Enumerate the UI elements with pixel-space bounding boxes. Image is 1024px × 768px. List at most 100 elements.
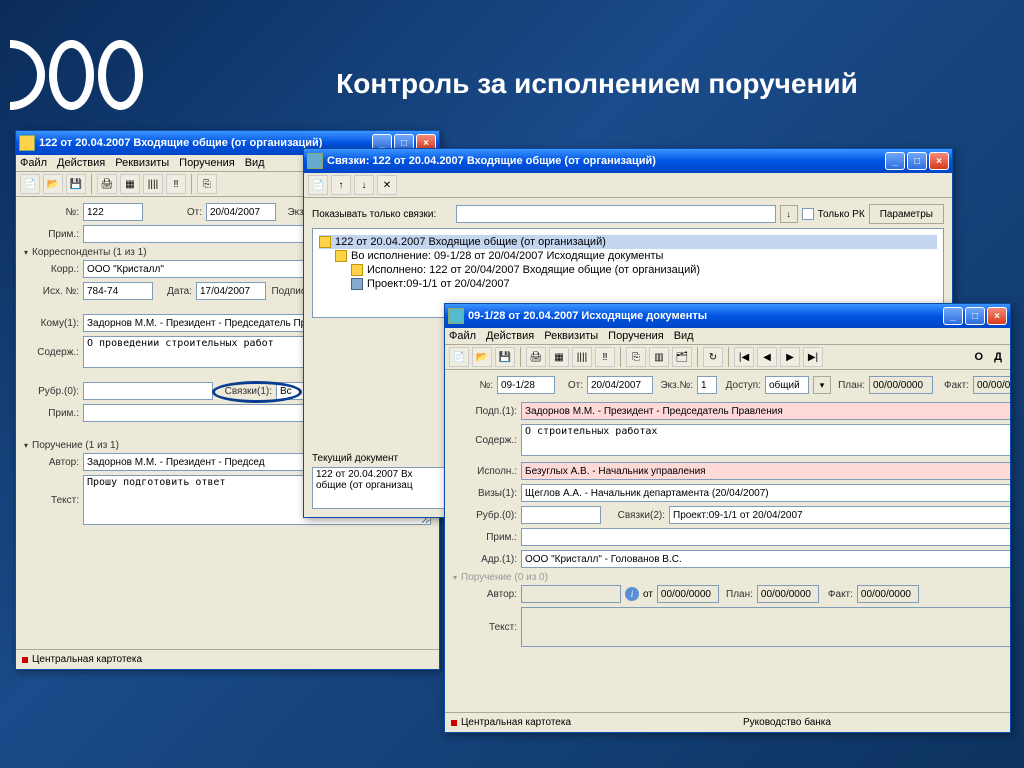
- close-button[interactable]: ×: [987, 307, 1007, 325]
- label-vizy: Визы(1):: [453, 488, 517, 499]
- field-avtor-fakt[interactable]: [857, 585, 919, 603]
- field-tekst[interactable]: [521, 607, 1010, 647]
- tb-exclaim-icon[interactable]: ‼: [166, 174, 186, 194]
- field-ot[interactable]: [587, 376, 653, 394]
- field-prim[interactable]: [521, 528, 1010, 546]
- field-avtor[interactable]: [521, 585, 621, 603]
- marker-od: О Д: [975, 351, 1006, 363]
- tb-copy-icon[interactable]: ⎘: [197, 174, 217, 194]
- tb-save-icon[interactable]: 💾: [66, 174, 86, 194]
- field-ekz[interactable]: [697, 376, 717, 394]
- tb-card-icon[interactable]: 🗂: [672, 347, 692, 367]
- field-svyazki[interactable]: [276, 382, 306, 400]
- menu-orders[interactable]: Поручения: [179, 157, 235, 169]
- field-ot[interactable]: [206, 203, 276, 221]
- label-ot: От:: [559, 380, 583, 391]
- tb-prev-icon[interactable]: ◀: [757, 347, 777, 367]
- tb-new-icon[interactable]: 📄: [20, 174, 40, 194]
- info-icon[interactable]: i: [625, 587, 639, 601]
- maximize-button[interactable]: □: [907, 152, 927, 170]
- separator-icon: [728, 347, 729, 367]
- tb-barcode-icon[interactable]: ||||: [143, 174, 163, 194]
- tb-down-icon[interactable]: ↓: [354, 175, 374, 195]
- tree-item[interactable]: Исполнено: 122 от 20/04/2007 Входящие об…: [319, 263, 937, 277]
- field-data[interactable]: [196, 282, 266, 300]
- tb-refresh-icon[interactable]: ↻: [703, 347, 723, 367]
- menu-actions[interactable]: Действия: [57, 157, 105, 169]
- tb-doc2-icon[interactable]: ▥: [649, 347, 669, 367]
- status-text2: Руководство банка: [743, 717, 831, 728]
- tb-barcode-icon[interactable]: ||||: [572, 347, 592, 367]
- field-no[interactable]: [83, 203, 143, 221]
- field-podl[interactable]: [521, 402, 1010, 420]
- tb-exclaim-icon[interactable]: ‼: [595, 347, 615, 367]
- tb-first-icon[interactable]: |◀: [734, 347, 754, 367]
- titlebar[interactable]: Связки: 122 от 20.04.2007 Входящие общие…: [304, 149, 952, 173]
- field-rubr[interactable]: [83, 382, 213, 400]
- menubar: Файл Действия Реквизиты Поручения Вид: [445, 328, 1010, 345]
- label-ekz: Экз.№:: [657, 380, 693, 391]
- maximize-button[interactable]: □: [965, 307, 985, 325]
- field-fakt[interactable]: [973, 376, 1010, 394]
- dropdown-button[interactable]: ▾: [813, 376, 831, 394]
- label-showlinks: Показывать только связки:: [312, 209, 452, 220]
- tb-print-icon[interactable]: 🖨: [526, 347, 546, 367]
- label-no: №:: [453, 380, 493, 391]
- field-avtor-plan[interactable]: [757, 585, 819, 603]
- menu-requisites[interactable]: Реквизиты: [544, 330, 598, 342]
- label-dostup: Доступ:: [721, 380, 761, 391]
- menu-view[interactable]: Вид: [674, 330, 694, 342]
- field-no[interactable]: [497, 376, 555, 394]
- field-soderz[interactable]: О строительных работах: [521, 424, 1010, 456]
- section-poruch[interactable]: Поручение (0 из 0): [453, 572, 1010, 583]
- titlebar[interactable]: 09-1/28 от 20.04.2007 Исходящие документ…: [445, 304, 1010, 328]
- tb-print-icon[interactable]: 🖨: [97, 174, 117, 194]
- tb-props-icon[interactable]: ▦: [549, 347, 569, 367]
- tb-open-icon[interactable]: 📂: [43, 174, 63, 194]
- tb-save-icon[interactable]: 💾: [495, 347, 515, 367]
- menu-view[interactable]: Вид: [245, 157, 265, 169]
- field-adr[interactable]: [521, 550, 1010, 568]
- dropdown-button[interactable]: ↓: [780, 205, 798, 223]
- field-dostup[interactable]: [765, 376, 809, 394]
- menu-file[interactable]: Файл: [449, 330, 476, 342]
- separator-icon: [191, 174, 192, 194]
- checkbox-onlyrk[interactable]: [802, 208, 814, 220]
- label-rubr: Рубр.(0):: [453, 510, 517, 521]
- button-params[interactable]: Параметры: [869, 204, 944, 224]
- tb-up-icon[interactable]: ↑: [331, 175, 351, 195]
- label-data: Дата:: [157, 286, 192, 297]
- minimize-button[interactable]: _: [885, 152, 905, 170]
- menu-orders[interactable]: Поручения: [608, 330, 664, 342]
- statusbar: Центральная картотека Руководство банка: [445, 712, 1010, 732]
- field-isx[interactable]: [83, 282, 153, 300]
- separator-icon: [91, 174, 92, 194]
- menu-actions[interactable]: Действия: [486, 330, 534, 342]
- minimize-button[interactable]: _: [943, 307, 963, 325]
- tree-root[interactable]: 122 от 20.04.2007 Входящие общие (от орг…: [319, 235, 937, 249]
- field-rubr[interactable]: [521, 506, 601, 524]
- label-rubr: Рубр.(0):: [24, 386, 79, 397]
- tb-last-icon[interactable]: ▶|: [803, 347, 823, 367]
- label-ispol: Исполн.:: [453, 466, 517, 477]
- tb-copy-icon[interactable]: ⎘: [626, 347, 646, 367]
- tb-new-icon[interactable]: 📄: [449, 347, 469, 367]
- folder-icon: [319, 236, 331, 248]
- tb-open-icon[interactable]: 📂: [472, 347, 492, 367]
- close-button[interactable]: ×: [929, 152, 949, 170]
- tree-item[interactable]: Проект:09-1/1 от 20/04/2007: [319, 277, 937, 291]
- menu-requisites[interactable]: Реквизиты: [115, 157, 169, 169]
- tree-item[interactable]: Во исполнение: 09-1/28 от 20/04/2007 Исх…: [319, 249, 937, 263]
- tb-next-icon[interactable]: ▶: [780, 347, 800, 367]
- field-ispol[interactable]: [521, 462, 1010, 480]
- field-showlinks[interactable]: [456, 205, 776, 223]
- tb-doc-icon[interactable]: 📄: [308, 175, 328, 195]
- field-svyazki[interactable]: [669, 506, 1010, 524]
- field-vizy[interactable]: [521, 484, 1010, 502]
- field-avtor-ot[interactable]: [657, 585, 719, 603]
- field-plan[interactable]: [869, 376, 933, 394]
- menu-file[interactable]: Файл: [20, 157, 47, 169]
- tb-properties-icon[interactable]: ▦: [120, 174, 140, 194]
- label-avtor: Автор:: [24, 457, 79, 468]
- tb-delete-icon[interactable]: ✕: [377, 175, 397, 195]
